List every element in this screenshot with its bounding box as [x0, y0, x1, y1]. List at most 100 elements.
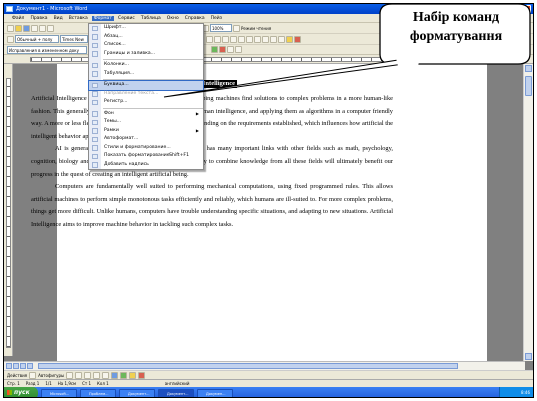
menu-item[interactable]: Окно: [165, 16, 181, 21]
menu-item[interactable]: Формат: [91, 15, 115, 21]
print-view-icon[interactable]: [20, 363, 26, 369]
menu-item-label: Колонки...: [104, 62, 129, 67]
preview-icon[interactable]: [47, 24, 54, 32]
line-color-icon[interactable]: [138, 371, 146, 379]
format-menu-item[interactable]: Табуляция...: [89, 70, 203, 79]
taskbar-button[interactable]: Документ...: [119, 388, 155, 397]
font-combo[interactable]: Times New: [60, 35, 88, 43]
align-right-icon[interactable]: [222, 35, 229, 43]
horizontal-scroll-thumb[interactable]: [38, 363, 458, 369]
format-menu-item[interactable]: Автоформат...: [89, 135, 203, 144]
numbering-icon[interactable]: [246, 35, 253, 43]
menu-item[interactable]: Справка: [183, 16, 207, 21]
reading-mode-button[interactable]: Режим чтения: [241, 26, 271, 31]
wordart-icon[interactable]: [111, 371, 119, 379]
align-center-icon[interactable]: [214, 35, 221, 43]
menu-item[interactable]: Файл: [10, 16, 26, 21]
menu-item-label: Показать форматирование: [104, 153, 170, 158]
permission-icon[interactable]: [31, 24, 38, 32]
close-button[interactable]: [523, 5, 531, 13]
menu-item-label: Темы...: [104, 119, 122, 124]
open-icon[interactable]: [15, 24, 22, 32]
status-language: английский: [164, 381, 190, 386]
scroll-down-arrow-icon[interactable]: [525, 353, 532, 360]
reject-change-icon[interactable]: [219, 46, 226, 53]
format-menu-item[interactable]: Буквица...: [88, 80, 204, 91]
autoshapes-button[interactable]: Автофигуры: [38, 373, 64, 378]
format-menu-item[interactable]: Рамки ▶: [89, 127, 203, 136]
taskbar-button[interactable]: Проблем...: [80, 388, 116, 397]
increase-indent-icon[interactable]: [270, 35, 277, 43]
menu-item-icon: [92, 162, 98, 168]
format-menu-item[interactable]: Показать форматирование Shift+F1: [89, 152, 203, 161]
menu-item-label: Шрифт...: [104, 25, 126, 30]
taskbar-button[interactable]: Microsoft...: [41, 388, 77, 397]
menu-item-icon: [92, 111, 98, 117]
print-icon[interactable]: [39, 24, 46, 32]
decrease-indent-icon[interactable]: [262, 35, 269, 43]
horizontal-ruler[interactable]: [4, 55, 533, 64]
start-button[interactable]: пуск: [4, 387, 38, 397]
menu-item[interactable]: Правка: [28, 16, 49, 21]
textbox-icon[interactable]: [102, 371, 110, 379]
format-menu-item[interactable]: Шрифт...: [89, 24, 203, 33]
fill-color-icon[interactable]: [129, 371, 137, 379]
oval-icon[interactable]: [93, 371, 101, 379]
highlight-icon[interactable]: [286, 35, 293, 43]
accept-change-icon[interactable]: [211, 46, 218, 53]
track-changes-icon[interactable]: [235, 46, 242, 53]
format-menu-item[interactable]: Темы...: [89, 118, 203, 127]
normal-view-icon[interactable]: [6, 363, 12, 369]
menu-item[interactable]: Вставка: [67, 16, 90, 21]
vertical-ruler[interactable]: [4, 64, 13, 356]
zoom-combo[interactable]: 100%: [210, 24, 232, 32]
reviewing-toolbar: Исправления в измененном доку: [4, 45, 533, 55]
format-menu-item[interactable]: Список...: [89, 41, 203, 50]
menu-item[interactable]: Сервис: [116, 16, 137, 21]
font-color-icon[interactable]: [294, 35, 301, 43]
scroll-up-arrow-icon[interactable]: [525, 65, 532, 72]
format-menu-item[interactable]: Границы и заливка...: [89, 50, 203, 59]
format-menu-item: Направление текста...: [89, 90, 203, 99]
format-menu-item[interactable]: Регистр...: [89, 98, 203, 107]
vertical-scrollbar[interactable]: [523, 64, 533, 361]
menu-item-icon: [92, 51, 98, 57]
new-comment-icon[interactable]: [227, 46, 234, 53]
format-menu-item[interactable]: Добавить надпись: [89, 161, 203, 170]
menu-item-label: Список...: [104, 42, 126, 47]
scroll-thumb[interactable]: [525, 76, 532, 96]
display-for-review-combo[interactable]: Исправления в измененном доку: [7, 45, 87, 54]
select-objects-icon[interactable]: [29, 371, 37, 379]
menu-item-label: Границы и заливка...: [104, 50, 156, 56]
new-document-icon[interactable]: [7, 24, 14, 32]
line-icon[interactable]: [66, 371, 74, 379]
web-view-icon[interactable]: [13, 363, 19, 369]
clipart-icon[interactable]: [120, 371, 128, 379]
format-menu-item[interactable]: Стили и форматирование...: [89, 144, 203, 153]
line-spacing-icon[interactable]: [238, 35, 245, 43]
style-combo[interactable]: Обычный + полу: [15, 35, 59, 43]
horizontal-scrollbar[interactable]: [4, 361, 525, 370]
arrow-icon[interactable]: [75, 371, 83, 379]
callout-line-2: форматування: [409, 29, 503, 44]
align-left-icon[interactable]: [206, 35, 213, 43]
rectangle-icon[interactable]: [84, 371, 92, 379]
bullets-icon[interactable]: [254, 35, 261, 43]
menu-item[interactable]: Таблица: [139, 16, 163, 21]
taskbar-button[interactable]: Документ...: [158, 388, 194, 397]
menu-item[interactable]: Пейз: [209, 16, 224, 21]
taskbar-button[interactable]: Докумен...: [197, 388, 233, 397]
format-menu-item[interactable]: Колонки...: [89, 61, 203, 70]
save-icon[interactable]: [23, 24, 30, 32]
menu-item[interactable]: Вид: [52, 16, 65, 21]
format-menu-item[interactable]: Абзац...: [89, 33, 203, 42]
document-body[interactable]: Artificial Intelligence is a branch of s…: [31, 93, 393, 232]
outline-view-icon[interactable]: [27, 363, 33, 369]
help-icon[interactable]: [233, 24, 240, 32]
status-page: Стр. 1: [7, 381, 20, 386]
format-menu-item[interactable]: Фон ▶: [89, 110, 203, 119]
border-icon[interactable]: [278, 35, 285, 43]
justify-icon[interactable]: [230, 35, 237, 43]
styles-pane-icon[interactable]: [7, 35, 14, 43]
draw-menu-button[interactable]: Действия: [7, 373, 27, 378]
